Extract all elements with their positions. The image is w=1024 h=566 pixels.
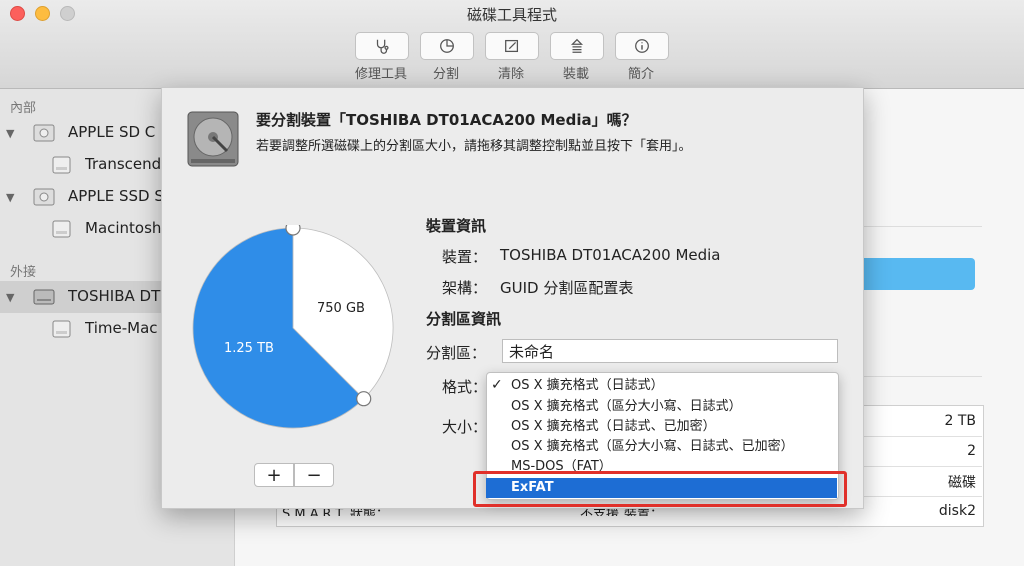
- mount-button[interactable]: [550, 32, 604, 60]
- scheme-label: 架構：: [442, 279, 488, 297]
- size-label: 大小：: [442, 418, 488, 436]
- device-label: 裝置：: [442, 248, 488, 266]
- smart-status-value: 不支援: [580, 508, 620, 516]
- erase-button[interactable]: [485, 32, 539, 60]
- hard-disk-icon: [187, 111, 239, 167]
- capacity-value: 2 TB: [944, 413, 976, 429]
- resize-handle[interactable]: [285, 225, 301, 236]
- partition-info-title: 分割區資訊: [426, 310, 502, 328]
- external-section-header: 外接: [10, 265, 37, 280]
- smart-status-label: S.M.A.R.T. 狀態：: [282, 508, 389, 516]
- info-label: 簡介: [627, 67, 654, 82]
- remove-partition-button[interactable]: −: [294, 463, 334, 487]
- add-partition-button[interactable]: +: [254, 463, 294, 487]
- internal-section-header: 內部: [10, 101, 37, 116]
- device-info-title: 裝置資訊: [426, 217, 487, 235]
- format-option[interactable]: OS X 擴充格式（日誌式）: [486, 376, 837, 396]
- resize-handle[interactable]: [356, 391, 372, 407]
- partition-pie[interactable]: [190, 225, 396, 431]
- format-option[interactable]: OS X 擴充格式（區分大小寫、日誌式）: [486, 397, 837, 417]
- format-option[interactable]: OS X 擴充格式（區分大小寫、日誌式、已加密）: [486, 437, 837, 457]
- drive-icon: [33, 124, 55, 142]
- disclosure-triangle-icon[interactable]: ▼: [6, 191, 14, 204]
- partition-name-field[interactable]: 未命名: [502, 339, 838, 363]
- divider: [862, 226, 982, 227]
- stethoscope-icon: [376, 39, 389, 54]
- erase-icon: [505, 39, 519, 53]
- info-button[interactable]: [615, 32, 669, 60]
- volume-icon: [52, 156, 71, 174]
- drive-icon: [33, 188, 55, 206]
- child-count-value: 2: [967, 443, 976, 459]
- external-drive-icon: [33, 289, 55, 305]
- disclosure-triangle-icon[interactable]: ▼: [6, 291, 14, 304]
- device-value: TOSHIBA DT01ACA200 Media: [500, 246, 721, 264]
- type-value: 磁碟: [948, 475, 976, 491]
- sheet-subtitle: 若要調整所選磁碟上的分割區大小，請拖移其調整控制點並且按下「套用」。: [256, 139, 692, 154]
- annotation-highlight-box: [473, 471, 847, 507]
- partition-icon: [440, 39, 454, 53]
- volume-icon: [52, 220, 71, 238]
- window-title: 磁碟工具程式: [466, 6, 557, 24]
- device-id-value: disk2: [938, 503, 976, 519]
- sheet-title: 要分割裝置「TOSHIBA DT01ACA200 Media」嗎？: [256, 111, 637, 129]
- volume-icon: [52, 320, 71, 338]
- pie-slice-label: 750 GB: [317, 301, 365, 316]
- info-icon: [635, 39, 649, 53]
- device-label: 裝置：: [624, 508, 664, 516]
- partition-button[interactable]: [420, 32, 474, 60]
- pie-slice-label: 1.25 TB: [224, 341, 274, 356]
- first-aid-button[interactable]: [355, 32, 409, 60]
- partition-name-label: 分割區：: [426, 344, 487, 362]
- disclosure-triangle-icon[interactable]: ▼: [6, 127, 14, 140]
- divider: [862, 376, 982, 377]
- mount-icon: [570, 38, 584, 53]
- scheme-value: GUID 分割區配置表: [500, 279, 634, 297]
- format-label: 格式：: [442, 378, 488, 396]
- format-option[interactable]: OS X 擴充格式（日誌式、已加密）: [486, 417, 837, 437]
